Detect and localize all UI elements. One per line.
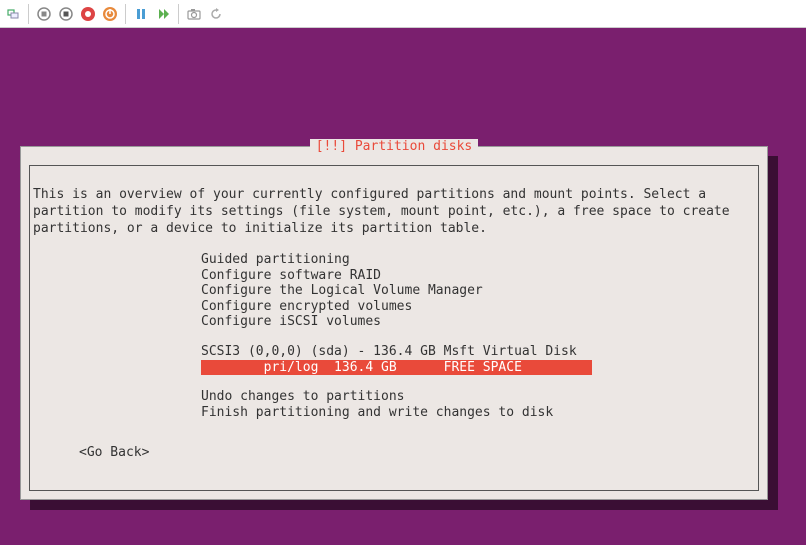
menu-encrypted[interactable]: Configure encrypted volumes <box>201 299 747 315</box>
disk-header[interactable]: SCSI3 (0,0,0) (sda) - 136.4 GB Msft Virt… <box>201 344 747 360</box>
toolbar-separator <box>178 4 179 24</box>
record-icon[interactable] <box>79 5 97 23</box>
refresh-icon[interactable] <box>207 5 225 23</box>
menu-finish[interactable]: Finish partitioning and write changes to… <box>201 405 747 421</box>
menu-guided[interactable]: Guided partitioning <box>201 252 747 268</box>
vm-toolbar <box>0 0 806 28</box>
stop-outline-icon[interactable] <box>35 5 53 23</box>
menu-undo[interactable]: Undo changes to partitions <box>201 389 747 405</box>
stop-icon[interactable] <box>57 5 75 23</box>
pause-icon[interactable] <box>132 5 150 23</box>
dialog-intro: This is an overview of your currently co… <box>33 187 755 238</box>
power-icon[interactable] <box>101 5 119 23</box>
vm-viewport: [!!] Partition disks This is an overview… <box>0 28 806 545</box>
play-icon[interactable] <box>154 5 172 23</box>
camera-icon[interactable] <box>185 5 203 23</box>
toolbar-separator <box>28 4 29 24</box>
menu-iscsi[interactable]: Configure iSCSI volumes <box>201 314 747 330</box>
partition-dialog: [!!] Partition disks This is an overview… <box>20 146 768 500</box>
partition-menu: Guided partitioning Configure software R… <box>201 252 747 420</box>
menu-raid[interactable]: Configure software RAID <box>201 268 747 284</box>
disk-free-space-row[interactable]: pri/log 136.4 GB FREE SPACE <box>201 360 592 376</box>
dialog-title-wrap: [!!] Partition disks <box>21 139 767 154</box>
devices-icon[interactable] <box>4 5 22 23</box>
dialog-title: [!!] Partition disks <box>310 139 479 154</box>
toolbar-separator <box>125 4 126 24</box>
menu-lvm[interactable]: Configure the Logical Volume Manager <box>201 283 747 299</box>
go-back-button[interactable]: <Go Back> <box>79 445 149 460</box>
